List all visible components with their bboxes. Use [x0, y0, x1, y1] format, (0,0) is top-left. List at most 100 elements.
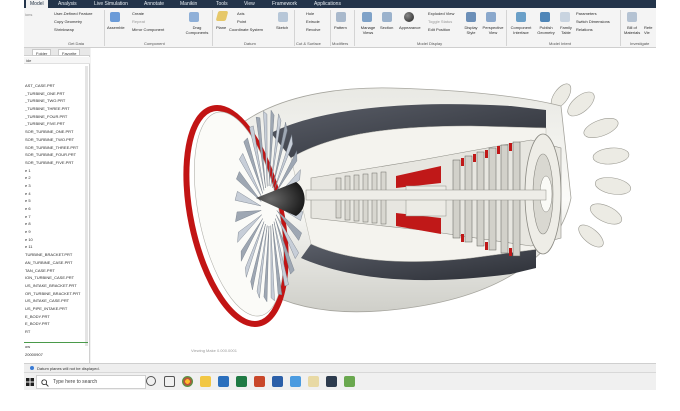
tab-tools[interactable]: Tools	[216, 0, 228, 8]
chrome-icon[interactable]	[182, 376, 193, 387]
group-component[interactable]: Component	[144, 41, 165, 46]
notes-icon[interactable]	[308, 376, 319, 387]
word-icon[interactable]	[272, 376, 283, 387]
copy-geometry-button[interactable]: Copy Geometry	[54, 19, 82, 24]
tab-model[interactable]: Model	[26, 0, 48, 8]
tree-item[interactable]: US_PIPE_INTAKE.PRT	[24, 305, 90, 313]
drag-components-button[interactable]: Drag Components	[182, 25, 212, 35]
tab-analysis[interactable]: Analysis	[58, 0, 77, 8]
tree-item[interactable]: OR_TURBINE_BRACKET.PRT	[24, 290, 90, 298]
app-icon[interactable]	[344, 376, 355, 387]
tree-item[interactable]: ow	[24, 343, 90, 351]
panel-show-bar[interactable]: ide	[24, 57, 90, 64]
tree-item[interactable]: _TURBINE_FOUR.PRT	[24, 113, 90, 121]
group-cut-surface[interactable]: Cut & Surface	[296, 41, 321, 46]
windows-start-icon[interactable]	[24, 376, 36, 388]
publish-geometry-button[interactable]: Publish Geometry	[535, 25, 557, 35]
tree-item[interactable]: TAN_CASE.PRT	[24, 267, 90, 275]
tree-item[interactable]: SOR_TURBINE_FIVE.PRT	[24, 159, 90, 167]
tree-item[interactable]: e 8	[24, 220, 90, 228]
tree-item[interactable]: e 4	[24, 190, 90, 198]
outlook-icon[interactable]	[218, 376, 229, 387]
tab-view[interactable]: View	[244, 0, 255, 8]
tree-item[interactable]: SOR_TURBINE_TWO.PRT	[24, 136, 90, 144]
group-datum[interactable]: Datum	[244, 41, 256, 46]
relations-button[interactable]: Relations	[576, 27, 593, 32]
task-view-icon[interactable]	[164, 376, 175, 387]
bill-of-materials-button[interactable]: Bill of Materials	[624, 25, 640, 35]
shrinkwrap-button[interactable]: Shrinkwrap	[54, 27, 74, 32]
point-button[interactable]: Point	[237, 19, 246, 24]
file-explorer-icon[interactable]	[200, 376, 211, 387]
tab-live-simulation[interactable]: Live Simulation	[94, 0, 128, 8]
tree-item[interactable]: SOR_TURBINE_ONE.PRT	[24, 128, 90, 136]
create-button[interactable]: Create	[132, 11, 144, 16]
tab-folder[interactable]: Folder	[32, 49, 52, 56]
component-interface-button[interactable]: Component Interface	[508, 25, 534, 35]
parameters-button[interactable]: Parameters	[576, 11, 597, 16]
family-table-button[interactable]: Family Table	[558, 25, 574, 35]
tree-item[interactable]: E_BODY.PRT	[24, 313, 90, 321]
group-get-data[interactable]: Get Data	[68, 41, 84, 46]
axis-button[interactable]: Axis	[237, 11, 245, 16]
tree-item[interactable]: 20000907	[24, 351, 90, 359]
mirror-component-button[interactable]: Mirror Component	[132, 27, 164, 32]
photos-icon[interactable]	[290, 376, 301, 387]
assemble-button[interactable]: Assemble	[107, 25, 125, 30]
taskbar-search-box[interactable]: Type here to search	[36, 375, 146, 389]
tree-item[interactable]: RT	[24, 328, 90, 336]
hole-button[interactable]: Hole	[306, 11, 314, 16]
appearance-button[interactable]: Appearance	[399, 25, 421, 30]
perspective-view-button[interactable]: Perspective View	[481, 25, 505, 35]
exploded-view-button[interactable]: Exploded View	[428, 11, 454, 16]
section-button[interactable]: Section	[380, 25, 393, 30]
tree-item[interactable]: e 9	[24, 228, 90, 236]
tree-item[interactable]: e 11	[24, 243, 90, 251]
manage-views-button[interactable]: Manage Views	[358, 25, 378, 35]
tree-item[interactable]: e 2	[24, 174, 90, 182]
tree-item[interactable]: E_BODY.PRT	[24, 320, 90, 328]
tree-item[interactable]: _TURBINE_TWO.PRT	[24, 97, 90, 105]
graphics-window[interactable]: Viewing Make 0.000.0001	[91, 48, 656, 363]
tree-item[interactable]: ION_TURBINE_CASE.PRT	[24, 274, 90, 282]
tab-annotate[interactable]: Annotate	[144, 0, 164, 8]
tree-item[interactable]: e 10	[24, 236, 90, 244]
sketch-button[interactable]: Sketch	[276, 25, 288, 30]
repeat-button[interactable]: Repeat	[132, 19, 145, 24]
switch-dimensions-button[interactable]: Switch Dimensions	[576, 19, 610, 24]
toggle-status-button[interactable]: Toggle Status	[428, 19, 452, 24]
tab-framework[interactable]: Framework	[272, 0, 297, 8]
coordinate-system-button[interactable]: Coordinate System	[229, 27, 263, 32]
group-model-intent[interactable]: Model Intent	[549, 41, 571, 46]
edit-position-button[interactable]: Edit Position	[428, 27, 450, 32]
display-style-button[interactable]: Display Style	[462, 25, 480, 35]
cortana-icon[interactable]	[146, 376, 156, 386]
creo-icon[interactable]	[326, 376, 337, 387]
group-investigate[interactable]: Investigate	[630, 41, 649, 46]
tree-item[interactable]: _TURBINE_FIVE.PRT	[24, 120, 90, 128]
tree-item[interactable]: AST_CASE.PRT	[24, 82, 90, 90]
tree-item[interactable]: e 1	[24, 167, 90, 175]
tab-applications[interactable]: Applications	[314, 0, 341, 8]
tree-item[interactable]: AN_TURBINE_CASE.PRT	[24, 259, 90, 267]
tree-item[interactable]: US_INTAKE_BRACKET.PRT	[24, 282, 90, 290]
tree-item[interactable]: SOR_TURBINE_THREE.PRT	[24, 144, 90, 152]
tree-item[interactable]: US_INTAKE_CASE.PRT	[24, 297, 90, 305]
tree-item[interactable]: _TURBINE_THREE.PRT	[24, 105, 90, 113]
powerpoint-icon[interactable]	[254, 376, 265, 387]
pattern-button[interactable]: Pattern	[334, 25, 347, 30]
group-model-display[interactable]: Model Display	[417, 41, 442, 46]
excel-icon[interactable]	[236, 376, 247, 387]
tree-item[interactable]: _TURBINE_ONE.PRT	[24, 90, 90, 98]
tab-manikin[interactable]: Manikin	[180, 0, 197, 8]
tree-item[interactable]: e 7	[24, 213, 90, 221]
user-defined-feature-button[interactable]: User-Defined Feature	[54, 11, 92, 16]
tab-favorite[interactable]: Favorite	[58, 49, 81, 56]
tree-item[interactable]: e 6	[24, 205, 90, 213]
revolve-button[interactable]: Revolve	[306, 27, 320, 32]
extrude-button[interactable]: Extrude	[306, 19, 320, 24]
tree-item[interactable]: e 5	[24, 197, 90, 205]
plane-button[interactable]: Plane	[216, 25, 226, 30]
tree-item[interactable]: TURBINE_BRACKET.PRT	[24, 251, 90, 259]
group-modifiers[interactable]: Modifiers	[332, 41, 348, 46]
